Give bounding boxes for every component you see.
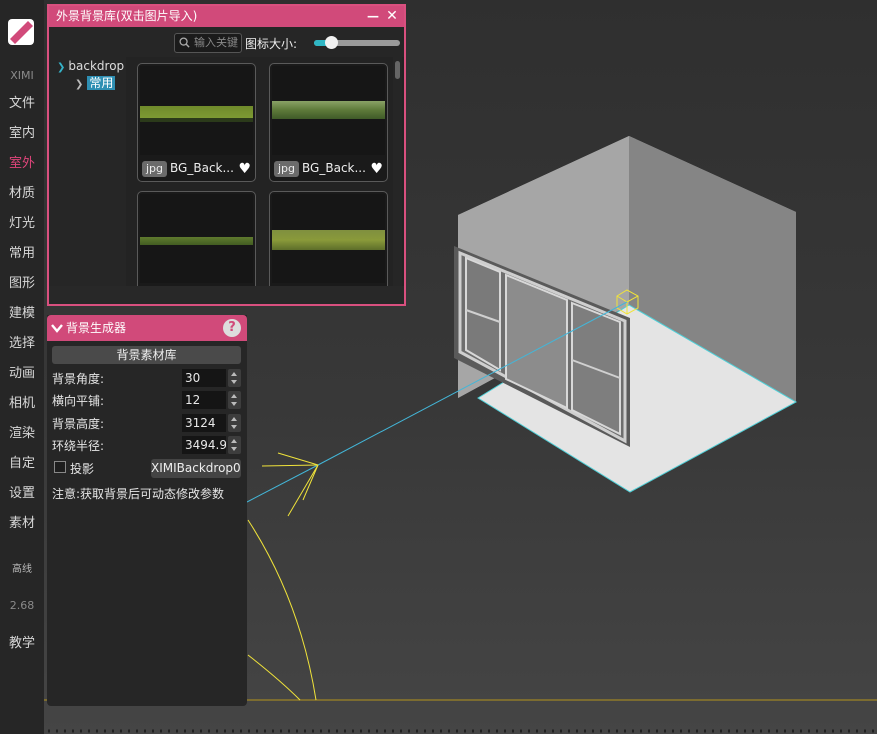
folder-tree: ❯ backdrop ❯ 常用 bbox=[49, 57, 126, 287]
field-label: 背景角度: bbox=[52, 372, 105, 386]
radius-spinner[interactable] bbox=[228, 436, 241, 454]
backdrop-generator-panel: 背景生成器 ? 背景素材库 背景角度: 30 横向平铺: 12 背景高度: 31… bbox=[47, 315, 247, 706]
library-title: 外景背景库(双击图片导入) bbox=[56, 9, 198, 23]
sidebar-item-extra[interactable]: 高线 bbox=[0, 562, 44, 578]
sidebar-item-camera[interactable]: 相机 bbox=[0, 396, 44, 412]
radius-input[interactable]: 3494.9 bbox=[182, 436, 226, 454]
library-title-bar[interactable]: 外景背景库(双击图片导入) — ✕ bbox=[49, 6, 404, 27]
help-icon[interactable]: ? bbox=[223, 319, 241, 337]
thumbnail-grid: jpg BG_Back... ♥ jpg BG_Back... ♥ bbox=[129, 57, 391, 287]
tree-root-label: backdrop bbox=[68, 59, 125, 73]
sidebar-item-render[interactable]: 渲染 bbox=[0, 426, 44, 442]
field-label: 横向平铺: bbox=[52, 394, 105, 408]
field-tiling: 横向平铺: 12 bbox=[52, 390, 242, 410]
search-input[interactable]: 输入关键 bbox=[174, 33, 242, 53]
generator-note: 注意:获取背景后可动态修改参数 bbox=[52, 487, 225, 501]
search-icon bbox=[179, 37, 190, 48]
chevron-down-icon[interactable]: ❯ bbox=[57, 62, 65, 73]
sidebar-item-assets[interactable]: 素材 bbox=[0, 516, 44, 532]
sidebar-item-tutorial[interactable]: 教学 bbox=[0, 636, 44, 652]
thumbnail-name: BG_Back... bbox=[302, 161, 366, 175]
backdrop-name-button[interactable]: XIMIBackdrop0 bbox=[151, 459, 241, 478]
angle-input[interactable]: 30 bbox=[182, 369, 226, 387]
sidebar-item-file[interactable]: 文件 bbox=[0, 96, 44, 112]
scrollbar-thumb[interactable] bbox=[395, 61, 400, 79]
thumbnail-name: BG_Back... bbox=[170, 161, 234, 175]
library-scrollbar[interactable] bbox=[393, 57, 402, 287]
sidebar-item-settings[interactable]: 设置 bbox=[0, 486, 44, 502]
sidebar-item-material[interactable]: 材质 bbox=[0, 186, 44, 202]
thumbnail-card[interactable]: jpg BG_Back... ♥ bbox=[137, 63, 256, 182]
icon-size-label: 图标大小: bbox=[245, 37, 298, 51]
thumbnail-image bbox=[140, 194, 253, 283]
height-spinner[interactable] bbox=[228, 414, 241, 432]
library-footer bbox=[49, 286, 404, 304]
format-badge: jpg bbox=[274, 161, 300, 177]
chevron-down-icon[interactable] bbox=[51, 322, 63, 334]
sidebar-item-modeling[interactable]: 建模 bbox=[0, 306, 44, 322]
sidebar-item-shape[interactable]: 图形 bbox=[0, 276, 44, 292]
sidebar-app-name: XIMI bbox=[10, 69, 34, 82]
open-library-button[interactable]: 背景素材库 bbox=[52, 346, 241, 364]
generator-header[interactable]: 背景生成器 ? bbox=[47, 315, 247, 341]
ximi-logo-icon bbox=[8, 19, 34, 45]
favorite-heart-icon[interactable]: ♥ bbox=[370, 161, 383, 177]
field-angle: 背景角度: 30 bbox=[52, 368, 242, 388]
library-toolbar: 输入关键 图标大小: bbox=[49, 27, 404, 57]
field-label: 背景高度: bbox=[52, 417, 105, 431]
tree-item-backdrop[interactable]: ❯ backdrop bbox=[57, 59, 124, 73]
close-icon[interactable]: ✕ bbox=[385, 6, 399, 27]
minimize-icon[interactable]: — bbox=[366, 6, 380, 27]
favorite-heart-icon[interactable]: ♥ bbox=[238, 161, 251, 177]
sidebar-item-common[interactable]: 常用 bbox=[0, 246, 44, 262]
slider-handle[interactable] bbox=[325, 36, 339, 49]
sidebar-item-select[interactable]: 选择 bbox=[0, 336, 44, 352]
thumbnail-image bbox=[272, 66, 385, 155]
sidebar-item-custom[interactable]: 自定 bbox=[0, 456, 44, 472]
field-radius: 环绕半径: 3494.9 bbox=[52, 435, 242, 455]
thumbnail-card[interactable]: jpg BG_Back... ♥ bbox=[269, 63, 388, 182]
thumbnail-image bbox=[272, 194, 385, 283]
thumbnail-card[interactable] bbox=[137, 191, 256, 287]
generator-title: 背景生成器 bbox=[66, 321, 127, 335]
sidebar-item-exterior[interactable]: 室外 bbox=[0, 156, 44, 172]
version-label: 2.68 bbox=[9, 599, 35, 612]
tree-item-common[interactable]: ❯ 常用 bbox=[75, 74, 116, 91]
sidebar-item-animation[interactable]: 动画 bbox=[0, 366, 44, 382]
tiling-spinner[interactable] bbox=[228, 391, 241, 409]
sidebar-item-interior[interactable]: 室内 bbox=[0, 126, 44, 142]
backdrop-library-window: 外景背景库(双击图片导入) — ✕ 输入关键 图标大小: ❯ backdrop ❯… bbox=[47, 4, 406, 306]
angle-spinner[interactable] bbox=[228, 369, 241, 387]
camera-gizmo bbox=[247, 452, 319, 701]
height-input[interactable]: 3124 bbox=[182, 414, 226, 432]
thumbnail-image bbox=[140, 66, 253, 155]
icon-size-slider[interactable] bbox=[314, 36, 400, 49]
field-label: 环绕半径: bbox=[52, 439, 105, 453]
tiling-input[interactable]: 12 bbox=[182, 391, 226, 409]
chevron-right-icon[interactable]: ❯ bbox=[75, 79, 83, 90]
sidebar-item-light[interactable]: 灯光 bbox=[0, 216, 44, 232]
shadow-label: 投影 bbox=[70, 462, 95, 476]
shadow-checkbox[interactable] bbox=[54, 461, 66, 473]
field-height: 背景高度: 3124 bbox=[52, 413, 242, 433]
tree-child-label: 常用 bbox=[87, 76, 116, 90]
left-sidebar: XIMI 文件 室内 室外 材质 灯光 常用 图形 建模 选择 动画 相机 渲染… bbox=[0, 0, 44, 734]
search-placeholder: 输入关键 bbox=[194, 36, 238, 49]
thumbnail-card[interactable] bbox=[269, 191, 388, 287]
format-badge: jpg bbox=[142, 161, 168, 177]
